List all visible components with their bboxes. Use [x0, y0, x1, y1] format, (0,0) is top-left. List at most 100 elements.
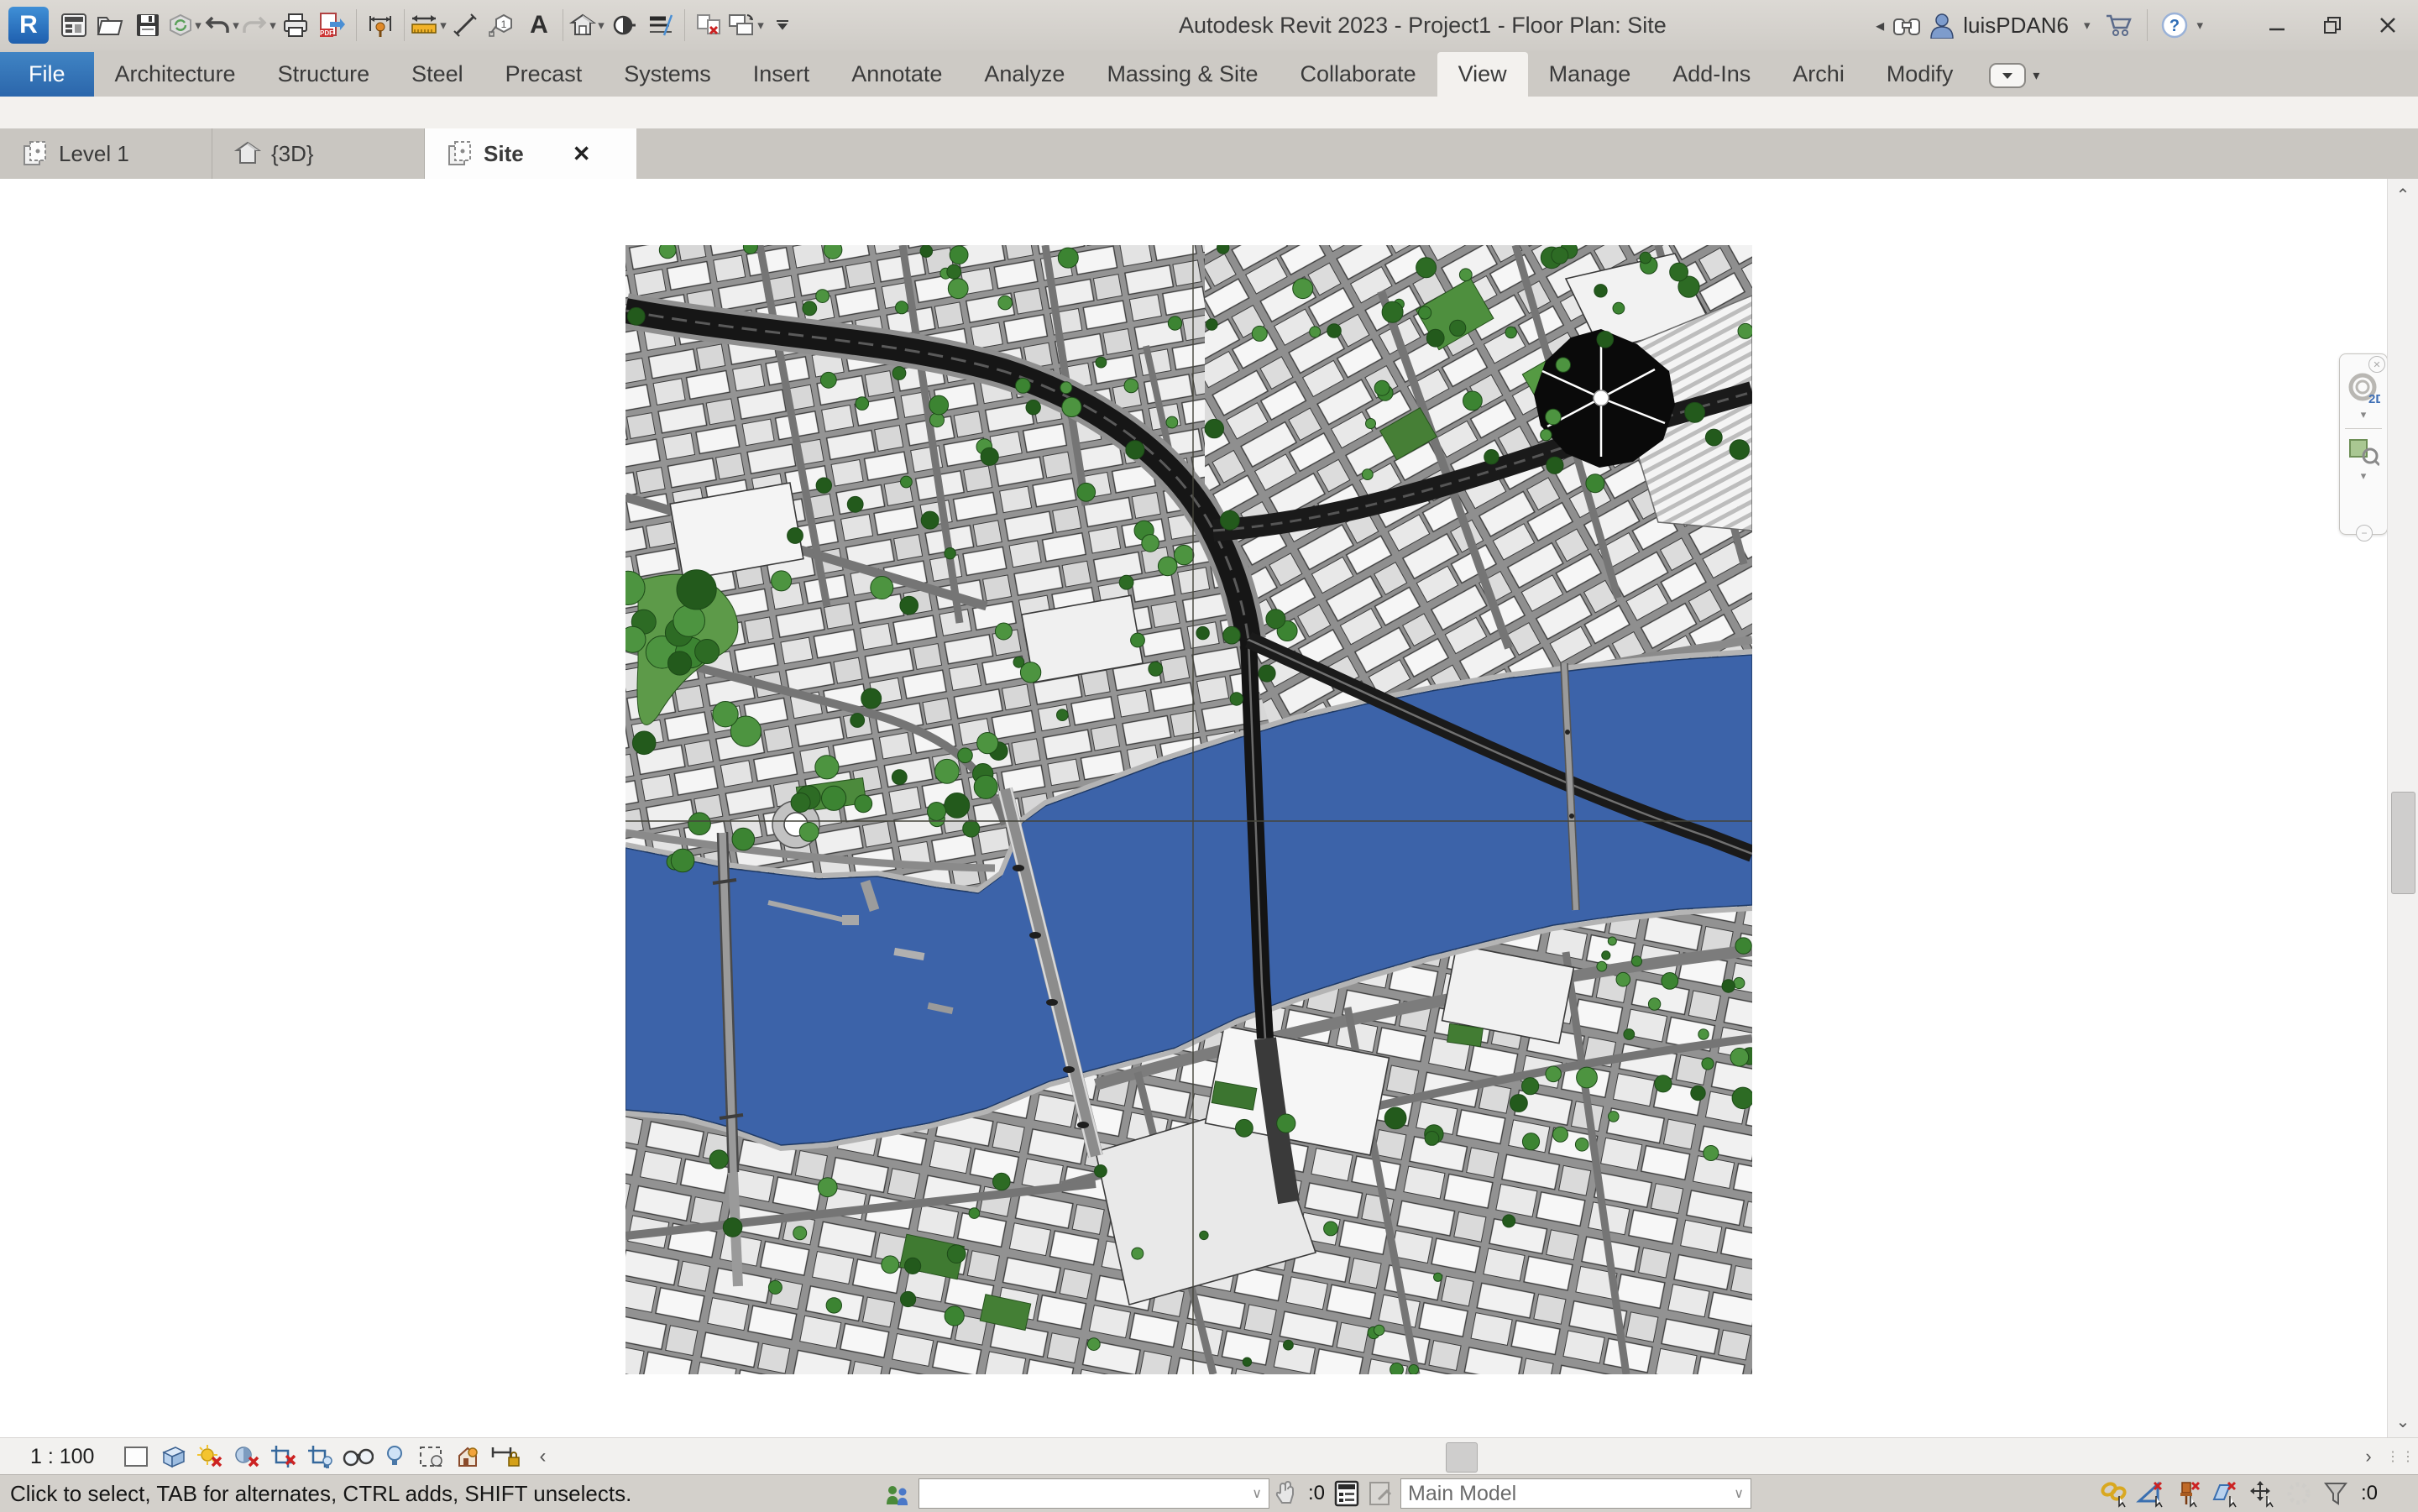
undo-dropdown-icon[interactable]: ▾ — [233, 19, 239, 32]
ribbon-tab-architecture[interactable]: Architecture — [94, 52, 257, 97]
view-tab-3d[interactable]: {3D} — [212, 128, 425, 179]
help-icon[interactable]: ? — [2161, 12, 2188, 39]
editing-requests-dialog-icon[interactable] — [1330, 1477, 1363, 1510]
steering-wheel-tool[interactable]: 2D ▾ — [2340, 373, 2387, 421]
select-underlay-toggle-icon[interactable] — [2134, 1477, 2168, 1510]
user-dropdown-icon[interactable]: ▾ — [2084, 19, 2091, 32]
ribbon-state-dropdown-icon[interactable]: ▾ — [2033, 67, 2039, 84]
ribbon-tab-modify[interactable]: Modify — [1866, 52, 1975, 97]
help-dropdown-icon[interactable]: ▾ — [2196, 19, 2203, 32]
restore-button[interactable] — [2309, 2, 2356, 49]
scroll-down-icon[interactable]: ⌄ — [2388, 1405, 2418, 1437]
ribbon-tab-archi[interactable]: Archi — [1772, 52, 1866, 97]
drawing-area[interactable]: ✕ 2D ▾ ▾ − — [0, 179, 2388, 1437]
minimize-button[interactable] — [2253, 2, 2300, 49]
ribbon-tab-add-ins[interactable]: Add-Ins — [1651, 52, 1772, 97]
view-tab-level1[interactable]: Level 1 — [0, 128, 212, 179]
redo-dropdown-icon[interactable]: ▾ — [270, 19, 276, 32]
crop-view-off-icon[interactable] — [265, 1440, 302, 1473]
measure-icon[interactable]: ▾ — [410, 2, 447, 49]
redo-icon[interactable]: ▾ — [240, 2, 277, 49]
ribbon-tab-file[interactable]: File — [0, 52, 94, 97]
ribbon-tab-collaborate[interactable]: Collaborate — [1280, 52, 1437, 97]
customize-qat-icon[interactable] — [764, 2, 801, 49]
ribbon-tab-steel[interactable]: Steel — [390, 52, 484, 97]
thin-lines-icon[interactable] — [642, 2, 679, 49]
resize-grip-icon[interactable]: ⋮⋮ — [2384, 1438, 2418, 1475]
username[interactable]: luisPDAN6 — [1963, 13, 2069, 39]
switch-windows-icon[interactable]: ▾ — [727, 2, 764, 49]
detail-level-icon[interactable] — [118, 1440, 154, 1473]
vcb-collapse-icon[interactable]: ‹ — [524, 1440, 561, 1473]
analytical-model-icon[interactable] — [450, 1440, 487, 1473]
switch-windows-dropdown-icon[interactable]: ▾ — [757, 19, 764, 32]
select-links-toggle-icon[interactable] — [2097, 1477, 2131, 1510]
measure-dropdown-icon[interactable]: ▾ — [440, 19, 447, 32]
select-pinned-toggle-icon[interactable] — [2171, 1477, 2205, 1510]
ribbon-tab-structure[interactable]: Structure — [257, 52, 391, 97]
visual-style-icon[interactable] — [154, 1440, 191, 1473]
close-inactive-windows-icon[interactable] — [690, 2, 727, 49]
horizontal-scroll-thumb[interactable] — [1446, 1442, 1478, 1473]
show-crop-region-icon[interactable] — [302, 1440, 339, 1473]
default-3d-view-icon[interactable]: ▾ — [568, 2, 605, 49]
zoom-region-tool[interactable]: ▾ — [2340, 436, 2387, 483]
sun-path-off-icon[interactable] — [191, 1440, 228, 1473]
model-line-icon[interactable] — [447, 2, 484, 49]
save-icon[interactable] — [129, 2, 166, 49]
ribbon-tab-analyze[interactable]: Analyze — [963, 52, 1086, 97]
ribbon-tab-view[interactable]: View — [1437, 52, 1528, 97]
design-option-select[interactable]: Main Model ∨ — [1400, 1478, 1751, 1509]
search-binoculars-icon[interactable] — [1892, 13, 1921, 38]
close-button[interactable] — [2364, 2, 2411, 49]
active-workset-select[interactable]: ∨ — [919, 1478, 1269, 1509]
editing-requests-glove-icon[interactable] — [1269, 1477, 1303, 1510]
application-menu-icon[interactable] — [55, 2, 92, 49]
ribbon-tab-systems[interactable]: Systems — [603, 52, 732, 97]
text-icon[interactable]: A — [521, 2, 557, 49]
view-scale-button[interactable]: 1 : 100 — [30, 1445, 94, 1469]
temporary-view-properties-icon[interactable] — [413, 1440, 450, 1473]
reveal-hidden-elements-icon[interactable] — [376, 1440, 413, 1473]
zoom-dropdown-icon[interactable]: ▾ — [2361, 469, 2367, 483]
view-tab-site[interactable]: Site✕ — [425, 128, 636, 179]
ribbon-tab-manage[interactable]: Manage — [1528, 52, 1652, 97]
aligned-dimension-icon[interactable] — [362, 2, 399, 49]
design-options-icon[interactable] — [1363, 1477, 1397, 1510]
navbar-close-icon[interactable]: ✕ — [2368, 356, 2385, 373]
store-cart-icon[interactable] — [2105, 13, 2133, 38]
ribbon-tab-massing-site[interactable]: Massing & Site — [1086, 52, 1279, 97]
revit-logo-icon[interactable]: R — [8, 7, 49, 44]
horizontal-scrollbar[interactable]: › ⋮⋮ — [561, 1438, 2418, 1475]
temporary-hide-isolate-icon[interactable] — [339, 1440, 376, 1473]
sync-dropdown-icon[interactable]: ▾ — [195, 19, 202, 32]
ribbon-tab-annotate[interactable]: Annotate — [830, 52, 963, 97]
select-by-face-toggle-icon[interactable] — [2208, 1477, 2242, 1510]
ribbon-tab-insert[interactable]: Insert — [732, 52, 831, 97]
vertical-scrollbar[interactable]: ⌃ ⌄ — [2387, 179, 2418, 1437]
scroll-right-icon[interactable]: › — [2353, 1438, 2384, 1475]
print-icon[interactable] — [277, 2, 314, 49]
open-icon[interactable] — [92, 2, 129, 49]
ribbon-tab-precast[interactable]: Precast — [484, 52, 604, 97]
floor-plan-icon — [22, 139, 49, 168]
shadows-off-icon[interactable] — [228, 1440, 265, 1473]
user-avatar-icon[interactable] — [1929, 12, 1955, 39]
wheel-dropdown-icon[interactable]: ▾ — [2361, 408, 2367, 421]
selection-filter-icon[interactable] — [2319, 1477, 2353, 1510]
scroll-up-icon[interactable]: ⌃ — [2388, 179, 2418, 211]
sync-with-central-icon[interactable]: ▾ — [166, 2, 203, 49]
section-icon[interactable] — [605, 2, 642, 49]
default-3d-view-dropdown-icon[interactable]: ▾ — [598, 19, 604, 32]
navbar-handle-icon[interactable]: − — [2356, 525, 2373, 541]
close-view-tab-icon[interactable]: ✕ — [573, 141, 591, 167]
reveal-constraints-icon[interactable] — [487, 1440, 524, 1473]
collapse-search-icon[interactable]: ◂ — [1876, 15, 1884, 36]
undo-icon[interactable]: ▾ — [203, 2, 240, 49]
export-pdf-icon[interactable]: PDF — [314, 2, 351, 49]
ribbon-state-button[interactable] — [1989, 63, 2026, 88]
drag-on-selection-toggle-icon[interactable] — [2245, 1477, 2279, 1510]
vertical-scroll-thumb[interactable] — [2391, 792, 2415, 894]
tag-by-category-icon[interactable]: 1 — [484, 2, 521, 49]
worksets-icon[interactable] — [880, 1477, 913, 1510]
